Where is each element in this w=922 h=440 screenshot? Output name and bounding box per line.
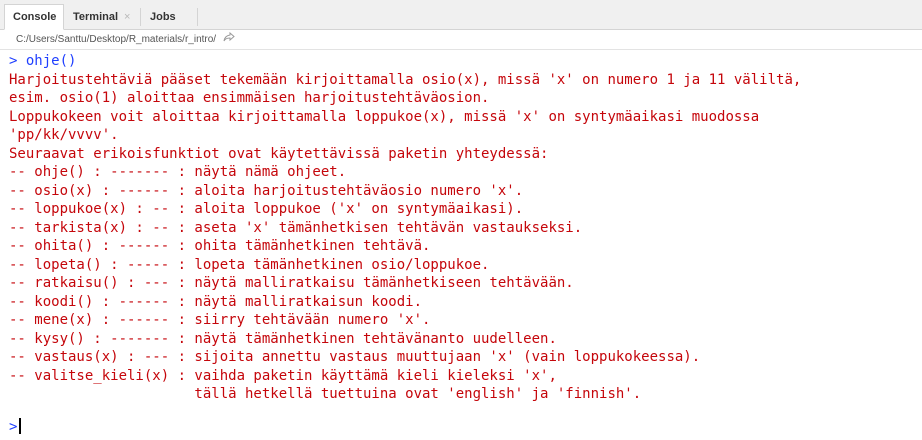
working-directory-path: C:/Users/Santtu/Desktop/R_materials/r_in… <box>16 34 217 46</box>
console-output-line: -- osio(x) : ------ : aloita harjoituste… <box>9 182 524 199</box>
console-output-line: -- kysy() : ------- : näytä tämänhetkine… <box>9 330 557 347</box>
console-output-line: -- lopeta() : ----- : lopeta tämänhetkin… <box>9 256 490 273</box>
console-output-line: -- ohita() : ------ : ohita tämänhetkine… <box>9 238 431 254</box>
pane-tab-bar: Console Terminal × Jobs× <box>0 0 922 47</box>
command-text: ohje() <box>17 53 77 69</box>
console-output-line: Harjoitustehtäviä pääset tekemään kirjoi… <box>9 71 802 88</box>
tab-jobs-label: Jobs <box>150 11 176 23</box>
console-output-line: Seuraavat erikoisfunktiot ovat käytettäv… <box>9 145 549 162</box>
console-output-line: -- ratkaisu() : --- : näytä malliratkais… <box>9 275 574 291</box>
console-output-line: esim. osio(1) aloittaa ensimmäisen harjo… <box>9 90 490 106</box>
console-output-line: -- vastaus(x) : --- : sijoita annettu va… <box>9 349 701 365</box>
text-cursor <box>19 417 22 434</box>
share-arrow-icon[interactable] <box>223 30 235 49</box>
console-output-line: -- tarkista(x) : -- : aseta 'x' tämänhet… <box>9 219 583 236</box>
console-output-line: -- mene(x) : ------ : siirry tehtävään n… <box>9 312 431 328</box>
console-output-line: tällä hetkellä tuettuina ovat 'english' … <box>9 386 642 402</box>
tab-terminal-label: Terminal <box>73 11 119 23</box>
command-line: > ohje() <box>9 52 922 71</box>
console-output-line: -- valitse_kieli(x) : vaihda paketin käy… <box>9 367 557 384</box>
output-block: Harjoitustehtäviä pääset tekemään kirjoi… <box>9 71 922 404</box>
prompt-symbol: > <box>9 418 18 435</box>
console-output-line: -- koodi() : ------ : näytä malliratkais… <box>9 293 423 310</box>
tab-terminal[interactable]: Terminal × <box>64 4 140 30</box>
working-directory-bar: C:/Users/Santtu/Desktop/R_materials/r_in… <box>0 30 922 50</box>
console-output-line: -- loppukoe(x) : -- : aloita loppukoe ('… <box>9 201 524 217</box>
input-line[interactable]: > <box>9 417 922 437</box>
console-output-line: -- ohje() : ------- : näytä nämä ohjeet. <box>9 164 347 180</box>
tab-divider <box>197 8 198 26</box>
console-output-line: Loppukokeen voit aloittaa kirjoittamalla… <box>9 108 760 125</box>
tab-console[interactable]: Console <box>4 4 64 30</box>
console-output-line: 'pp/kk/vvvv'. <box>9 127 119 143</box>
close-icon[interactable]: × <box>124 5 130 29</box>
tab-jobs[interactable]: Jobs× <box>141 4 197 47</box>
console-output[interactable]: > ohje() Harjoitustehtäviä pääset tekemä… <box>0 50 922 440</box>
tab-console-label: Console <box>13 11 57 23</box>
